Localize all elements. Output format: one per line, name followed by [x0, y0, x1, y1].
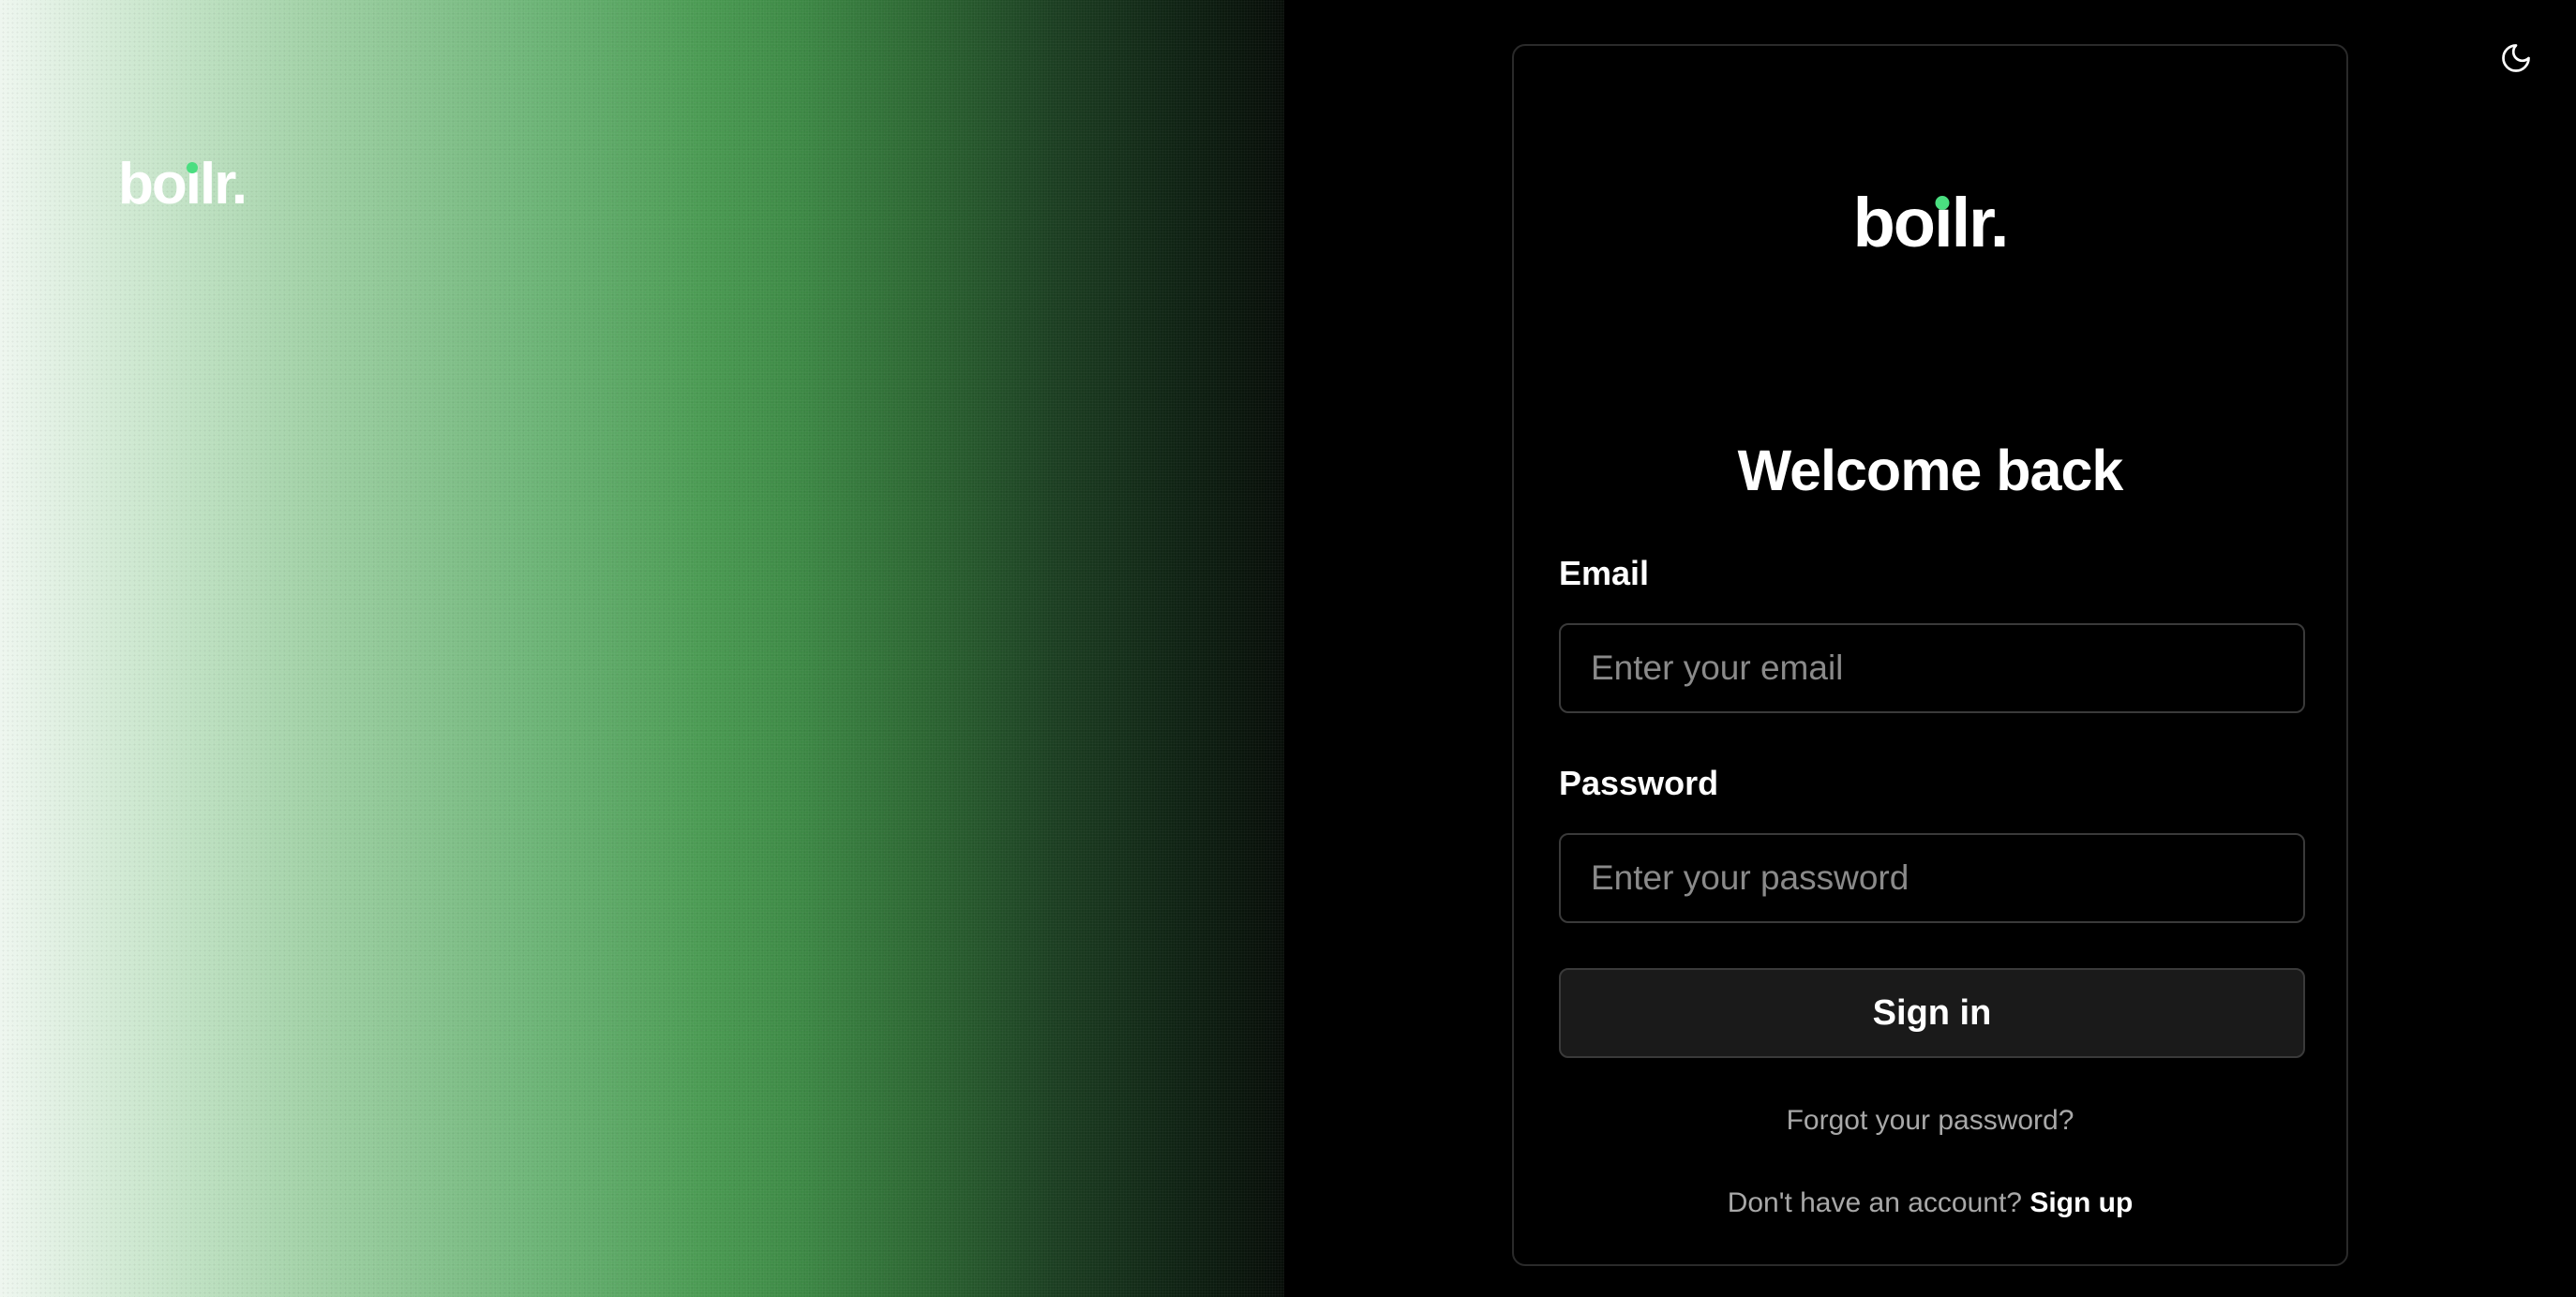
logo-accent-dot [187, 162, 199, 173]
signup-row: Don't have an account? Sign up [1514, 1187, 2346, 1219]
login-card: boılr. Welcome back Email Password Sign … [1512, 44, 2348, 1266]
forgot-password-link[interactable]: Forgot your password? [1514, 1105, 2346, 1137]
email-label: Email [1559, 554, 1650, 592]
theme-toggle-button[interactable] [2494, 36, 2539, 81]
card-logo: bo ı lr. [1514, 188, 2346, 258]
sign-up-link[interactable]: Sign up [2029, 1187, 2133, 1218]
email-field[interactable] [1559, 623, 2305, 713]
auth-panel: boılr. Welcome back Email Password Sign … [1284, 0, 2576, 1297]
moon-icon [2502, 44, 2530, 72]
sign-in-button[interactable]: Sign in [1559, 968, 2305, 1058]
login-page: boılr. boılr. Welcome back Email Passwor… [0, 0, 2576, 1297]
page-title: Welcome back [1737, 439, 2124, 502]
brand-logo: bo ı lr. [1852, 184, 2010, 261]
brand-logo: bo ı lr. [118, 152, 247, 216]
hero-logo: bo ı lr. [118, 152, 247, 216]
password-label: Password [1559, 764, 1719, 802]
password-field[interactable] [1559, 833, 2305, 923]
signup-prompt: Don't have an account? [1727, 1187, 2022, 1218]
hero-gradient-panel: bo ı lr. [0, 0, 1284, 1297]
logo-accent-dot [1935, 196, 1950, 210]
